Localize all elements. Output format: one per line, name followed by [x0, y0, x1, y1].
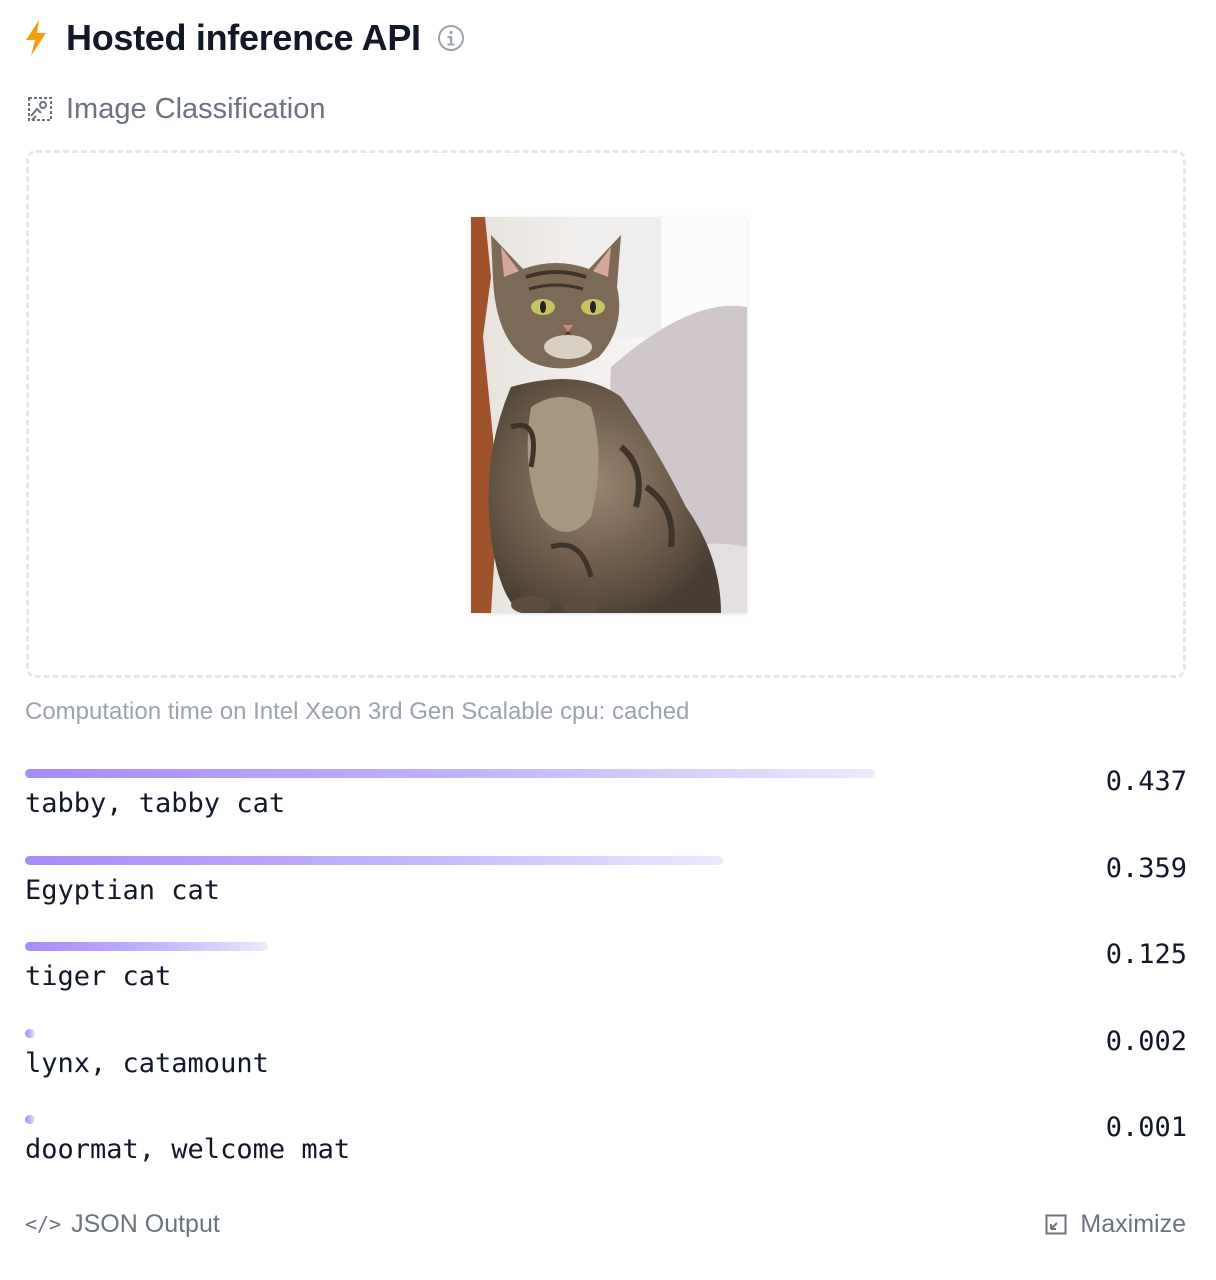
- lightning-icon: [26, 20, 46, 56]
- widget-title: Hosted inference API: [66, 17, 421, 58]
- uploaded-image-preview: [471, 217, 747, 613]
- result-score: 0.002: [1105, 1025, 1187, 1057]
- result-score: 0.437: [1105, 766, 1187, 797]
- image-classification-icon: [28, 97, 52, 121]
- result-row: tiger cat 0.125: [25, 939, 1187, 1026]
- result-label: doormat, welcome mat: [25, 1134, 351, 1166]
- code-icon: </>: [25, 1212, 62, 1236]
- classification-results: tabby, tabby cat 0.437 Egyptian cat 0.35…: [25, 766, 1187, 1199]
- score-bar: [25, 855, 723, 865]
- cat-photo: [471, 217, 747, 613]
- json-output-label: JSON Output: [71, 1209, 220, 1238]
- task-type: Image Classification: [26, 90, 326, 128]
- json-output-button[interactable]: </> JSON Output: [25, 1206, 220, 1242]
- maximize-button[interactable]: Maximize: [1044, 1206, 1186, 1242]
- score-bar: [25, 769, 875, 778]
- result-row: doormat, welcome mat 0.001: [25, 1112, 1187, 1199]
- result-score: 0.001: [1105, 1112, 1187, 1144]
- result-label: lynx, catamount: [25, 1047, 269, 1079]
- widget-header: Hosted inference API: [24, 16, 465, 60]
- task-label: Image Classification: [66, 92, 326, 125]
- computation-time: Computation time on Intel Xeon 3rd Gen S…: [25, 698, 690, 725]
- info-icon[interactable]: [437, 24, 465, 52]
- result-row: lynx, catamount 0.002: [25, 1026, 1187, 1113]
- maximize-label: Maximize: [1080, 1209, 1186, 1238]
- result-label: Egyptian cat: [25, 874, 221, 906]
- score-bar: [25, 1028, 35, 1038]
- image-dropzone[interactable]: [26, 150, 1186, 678]
- result-label: tiger cat: [25, 961, 172, 993]
- score-bar: [25, 1115, 35, 1125]
- result-score: 0.359: [1105, 852, 1187, 884]
- result-score: 0.125: [1105, 939, 1187, 971]
- result-row: tabby, tabby cat 0.437: [25, 766, 1187, 853]
- result-row: Egyptian cat 0.359: [25, 853, 1187, 940]
- maximize-icon: [1045, 1214, 1067, 1235]
- score-bar: [25, 942, 268, 952]
- result-label: tabby, tabby cat: [25, 788, 286, 819]
